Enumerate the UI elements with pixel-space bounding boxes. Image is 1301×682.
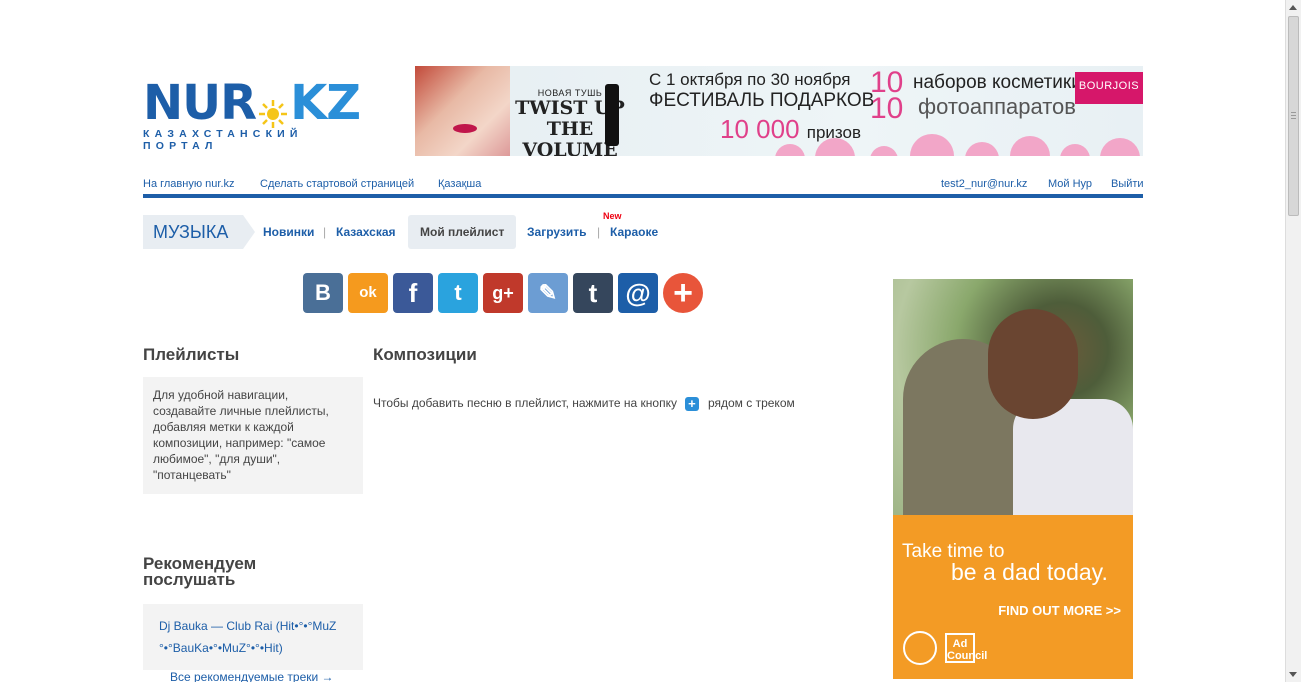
site-logo[interactable]: NUR KZ КАЗАХСТАНСКИЙ ПОРТАЛ: [143, 78, 363, 152]
google-plus-icon: g+: [492, 283, 514, 303]
top-navigation: На главную nur.kz Сделать стартовой стра…: [143, 178, 1144, 198]
make-start-page-link[interactable]: Сделать стартовой страницей: [260, 178, 414, 190]
tab-separator: |: [323, 225, 327, 239]
plus-icon: +: [673, 274, 693, 312]
logo-text-nur: NUR: [143, 75, 257, 131]
facebook-icon: f: [408, 278, 418, 308]
ad-panel: Take time to be a dad today. FIND OUT MO…: [893, 515, 1133, 679]
my-nur-link[interactable]: Мой Нур: [1048, 178, 1092, 190]
logo-text-kz: KZ: [290, 75, 361, 131]
banner-model-image: [415, 66, 510, 156]
banner-gift-2: фотоаппаратов: [918, 94, 1076, 119]
odnoklassniki-icon: ok: [359, 284, 377, 301]
ad-headline-2: be a dad today.: [951, 559, 1108, 585]
compositions-hint: Чтобы добавить песню в плейлист, нажмите…: [373, 396, 795, 411]
vk-icon: В: [315, 280, 331, 305]
tab-upload[interactable]: Загрузить: [527, 215, 586, 249]
page-scrollbar[interactable]: [1285, 0, 1301, 682]
playlists-heading: Плейлисты: [143, 345, 240, 364]
mascara-bottle-image: [605, 84, 619, 146]
banner-dates: С 1 октября по 30 ноября: [649, 70, 851, 89]
compositions-heading: Композиции: [373, 345, 477, 364]
logout-link[interactable]: Выйти: [1111, 178, 1144, 190]
vk-share-button[interactable]: В: [303, 273, 343, 313]
logo-tagline: КАЗАХСТАНСКИЙ ПОРТАЛ: [143, 128, 303, 152]
recommended-track-link[interactable]: Dj Bauka — Club Rai (Hit•°•°MuZ °•°BauKa…: [159, 619, 336, 655]
section-navigation: МУЗЫКА Новинки | Казахская Мой плейлист …: [143, 211, 843, 249]
recommend-heading: Рекомендуем послушать: [143, 554, 257, 589]
tab-karaoke[interactable]: Караоке: [610, 215, 658, 249]
tab-new[interactable]: Новинки: [263, 215, 314, 249]
kazakh-language-link[interactable]: Қазақша: [438, 178, 481, 190]
add-to-playlist-icon: +: [684, 396, 699, 411]
section-title[interactable]: МУЗЫКА: [143, 215, 255, 249]
hhs-seal-icon: [903, 631, 937, 665]
sun-icon: [258, 88, 288, 128]
hint-text-before: Чтобы добавить песню в плейлист, нажмите…: [373, 396, 677, 410]
tumblr-icon: t: [588, 278, 598, 308]
scrollbar-thumb[interactable]: [1288, 16, 1299, 216]
banner-brand-logo: BOURJOIS: [1075, 72, 1143, 104]
banner-number-2: 10: [870, 92, 904, 125]
home-link[interactable]: На главную nur.kz: [143, 178, 235, 190]
ad-council-logo: Ad Council: [945, 633, 987, 663]
tab-my-playlist[interactable]: Мой плейлист: [408, 215, 517, 249]
pencil-icon: ✎: [538, 280, 558, 305]
odnoklassniki-share-button[interactable]: ok: [348, 273, 388, 313]
tab-separator: |: [597, 225, 601, 239]
ad-photo: [893, 279, 1133, 519]
banner-gift-1: наборов косметики: [913, 72, 1082, 93]
google-plus-share-button[interactable]: g+: [483, 273, 523, 313]
top-banner-ad[interactable]: НОВАЯ ТУШЬ TWIST UP THE VOLUME С 1 октяб…: [415, 66, 1143, 156]
twitter-icon: t: [454, 280, 462, 305]
tumblr-share-button[interactable]: t: [573, 273, 613, 313]
all-recommended-link[interactable]: Все рекомендуемые треки →: [170, 670, 334, 682]
scroll-up-arrow-icon[interactable]: [1289, 5, 1297, 10]
mail-ru-share-button[interactable]: @: [618, 273, 658, 313]
banner-festival: ФЕСТИВАЛЬ ПОДАРКОВ: [649, 90, 875, 111]
livejournal-share-button[interactable]: ✎: [528, 273, 568, 313]
logo-wordmark: NUR KZ: [143, 78, 363, 128]
scroll-down-arrow-icon[interactable]: [1289, 672, 1297, 677]
user-email-link[interactable]: test2_nur@nur.kz: [941, 178, 1027, 190]
ad-find-out-more[interactable]: FIND OUT MORE >>: [998, 603, 1121, 618]
share-bar: В ok f t g+ ✎ t @ +: [303, 273, 713, 313]
side-banner-ad[interactable]: Take time to be a dad today. FIND OUT MO…: [893, 279, 1133, 679]
facebook-share-button[interactable]: f: [393, 273, 433, 313]
banner-decoration: [775, 124, 1143, 156]
hint-text-after: рядом с треком: [707, 396, 795, 410]
playlists-info: Для удобной навигации, создавайте личные…: [143, 377, 363, 494]
twitter-share-button[interactable]: t: [438, 273, 478, 313]
at-sign-icon: @: [625, 278, 651, 308]
tab-kazakh[interactable]: Казахская: [336, 215, 396, 249]
more-share-button[interactable]: +: [663, 273, 703, 313]
recommended-track-box: Dj Bauka — Club Rai (Hit•°•°MuZ °•°BauKa…: [143, 604, 363, 670]
